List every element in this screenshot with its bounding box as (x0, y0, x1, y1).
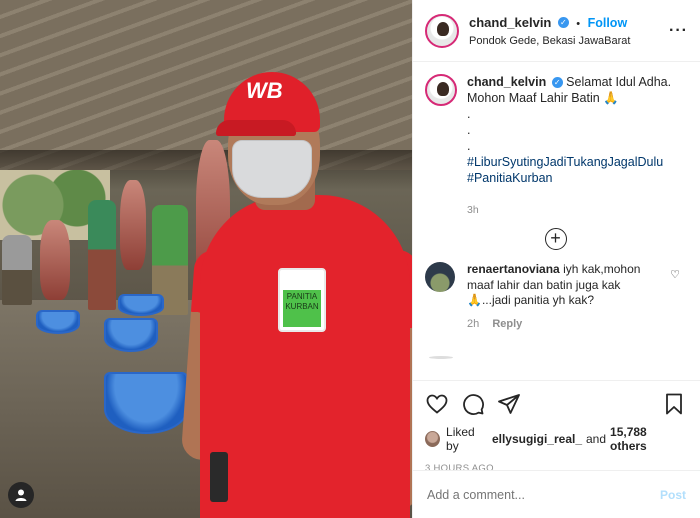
comment-body: renaertanoviana iyh kak,mohon maaf lahir… (467, 262, 652, 332)
comment-like-icon[interactable]: ♡ (670, 268, 680, 281)
likes-count[interactable]: 15,788 others (610, 425, 682, 453)
blue-basin (104, 318, 158, 352)
liker-avatar[interactable] (425, 431, 441, 447)
caption-username[interactable]: chand_kelvin (467, 75, 546, 89)
bookmark-icon[interactable] (662, 392, 686, 416)
share-icon[interactable] (497, 392, 521, 416)
blue-basin (36, 310, 80, 334)
liker-username[interactable]: ellysugigi_real_ (492, 432, 582, 446)
comment-icon[interactable] (461, 392, 485, 416)
hanging-carcass (40, 220, 70, 300)
follow-button[interactable]: Follow (588, 16, 628, 30)
bystander (2, 235, 32, 305)
caption-dot: . (467, 139, 471, 153)
person-icon (15, 489, 27, 501)
liked-by-label: Liked by (446, 425, 475, 453)
next-comment-peek (429, 356, 453, 359)
caption-dot: . (467, 107, 471, 121)
separator-dot: • (576, 18, 581, 30)
blue-basin (104, 372, 188, 434)
add-comment-input[interactable] (427, 487, 660, 502)
load-more-comments: + (425, 228, 686, 250)
caption-body: chand_kelvin ✓ Selamat Idul Adha. Mohon … (467, 74, 686, 218)
author-avatar[interactable] (425, 13, 459, 48)
reply-button[interactable]: Reply (492, 318, 522, 330)
handheld-object (210, 452, 228, 502)
face-mask (232, 140, 312, 198)
hashtag-link[interactable]: #LiburSyutingJadiTukangJagalDulu (467, 154, 686, 170)
blue-basin (118, 294, 164, 316)
heart-icon[interactable] (425, 392, 449, 416)
caption-dot: . (467, 123, 471, 137)
commenter-username[interactable]: renaertanoviana (467, 262, 560, 276)
name-badge: PANITIA KURBAN (278, 268, 326, 332)
more-options-icon[interactable]: ··· (669, 22, 688, 40)
post-photo[interactable]: WB PANITIA KURBAN (0, 0, 412, 518)
comment-meta: 2h Reply (467, 317, 652, 333)
action-icons (425, 387, 686, 421)
post-header: chand_kelvin ✓ • Follow Pondok Gede, Bek… (413, 0, 700, 62)
comments-area[interactable]: chand_kelvin ✓ Selamat Idul Adha. Mohon … (413, 62, 700, 380)
badge-label: PANITIA KURBAN (283, 290, 321, 327)
hanging-carcass (120, 180, 146, 270)
author-info: chand_kelvin ✓ • Follow Pondok Gede, Bek… (469, 14, 630, 47)
hashtag-link[interactable]: #PanitiaKurban (467, 170, 686, 186)
cap-logo: WB (246, 78, 283, 103)
author-username[interactable]: chand_kelvin (469, 15, 551, 30)
likes-and-label: and (586, 432, 607, 446)
cap-brim (216, 120, 296, 136)
caption-time[interactable]: 3h (467, 202, 686, 218)
man-red-shirt (200, 195, 410, 518)
tagged-users-button[interactable] (8, 482, 34, 508)
comment-time[interactable]: 2h (467, 318, 479, 330)
instagram-post: WB PANITIA KURBAN chand_kelvin ✓ • Follo… (0, 0, 700, 518)
comment-item: renaertanoviana iyh kak,mohon maaf lahir… (425, 262, 686, 332)
likes-line: Liked by ellysugigi_real_ and 15,788 oth… (425, 425, 686, 453)
post-side-panel: chand_kelvin ✓ • Follow Pondok Gede, Bek… (412, 0, 700, 518)
plus-circle-icon[interactable]: + (544, 228, 567, 250)
add-comment-bar: Post (413, 470, 700, 518)
commenter-avatar[interactable] (425, 262, 455, 292)
caption-author-avatar[interactable] (425, 74, 457, 106)
verified-badge-icon: ✓ (551, 77, 563, 89)
verified-badge-icon: ✓ (557, 17, 569, 29)
post-caption: chand_kelvin ✓ Selamat Idul Adha. Mohon … (425, 74, 686, 218)
post-comment-button[interactable]: Post (660, 488, 686, 502)
bystander (88, 200, 116, 310)
post-location[interactable]: Pondok Gede, Bekasi JawaBarat (469, 35, 630, 47)
